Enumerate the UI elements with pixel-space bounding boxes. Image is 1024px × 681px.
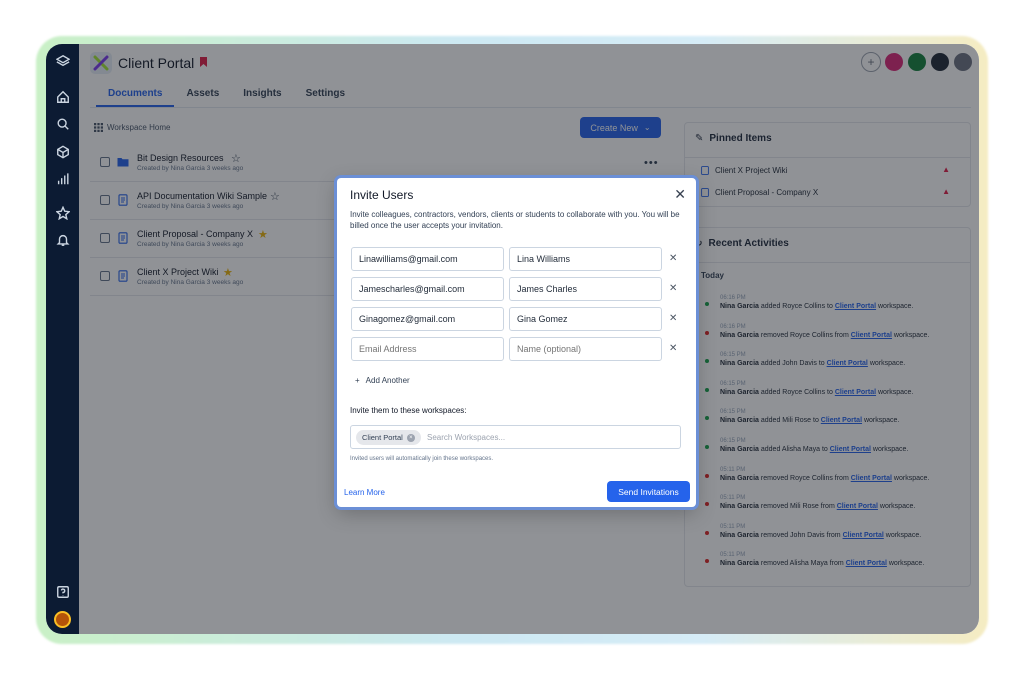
workspaces-label: Invite them to these workspaces: [350,406,467,415]
close-icon[interactable]: ✕ [674,186,686,203]
plus-icon: + [355,376,360,385]
email-field[interactable] [351,277,504,301]
workspace-chip: Client Portal × [356,430,421,445]
app-window: Client Portal + Documents Assets Insight… [46,44,979,634]
remove-row-icon[interactable]: ✕ [669,283,677,294]
remove-row-icon[interactable]: ✕ [669,343,677,354]
workspace-note: Invited users will automatically join th… [350,456,494,462]
remove-row-icon[interactable]: ✕ [669,253,677,264]
email-field[interactable] [351,247,504,271]
send-invitations-button[interactable]: Send Invitations [607,481,690,502]
star-icon[interactable] [54,204,71,221]
bar-chart-icon[interactable] [54,170,71,187]
cube-icon[interactable] [54,143,71,160]
modal-title: Invite Users [350,188,414,202]
help-icon[interactable] [54,583,71,600]
learn-more-link[interactable]: Learn More [344,488,385,497]
add-another-button[interactable]: + Add Another [355,376,410,385]
workspace-search-input[interactable]: Search Workspaces... [427,433,505,442]
bell-icon[interactable] [54,231,71,248]
user-avatar[interactable] [54,611,71,628]
remove-chip-icon[interactable]: × [406,433,415,442]
name-field[interactable] [509,337,662,361]
search-icon[interactable] [54,115,71,132]
workspace-chip-label: Client Portal [362,433,403,442]
left-rail [46,44,79,634]
layers-logo-icon[interactable] [54,52,71,69]
name-field[interactable] [509,307,662,331]
home-icon[interactable] [54,88,71,105]
name-field[interactable] [509,277,662,301]
add-another-label: Add Another [365,376,410,385]
invite-users-modal: Invite Users ✕ Invite colleagues, contra… [337,178,696,507]
remove-row-icon[interactable]: ✕ [669,313,677,324]
email-field[interactable] [351,337,504,361]
workspace-picker[interactable]: Client Portal × Search Workspaces... [350,425,681,449]
name-field[interactable] [509,247,662,271]
modal-description: Invite colleagues, contractors, vendors,… [350,210,680,230]
email-field[interactable] [351,307,504,331]
